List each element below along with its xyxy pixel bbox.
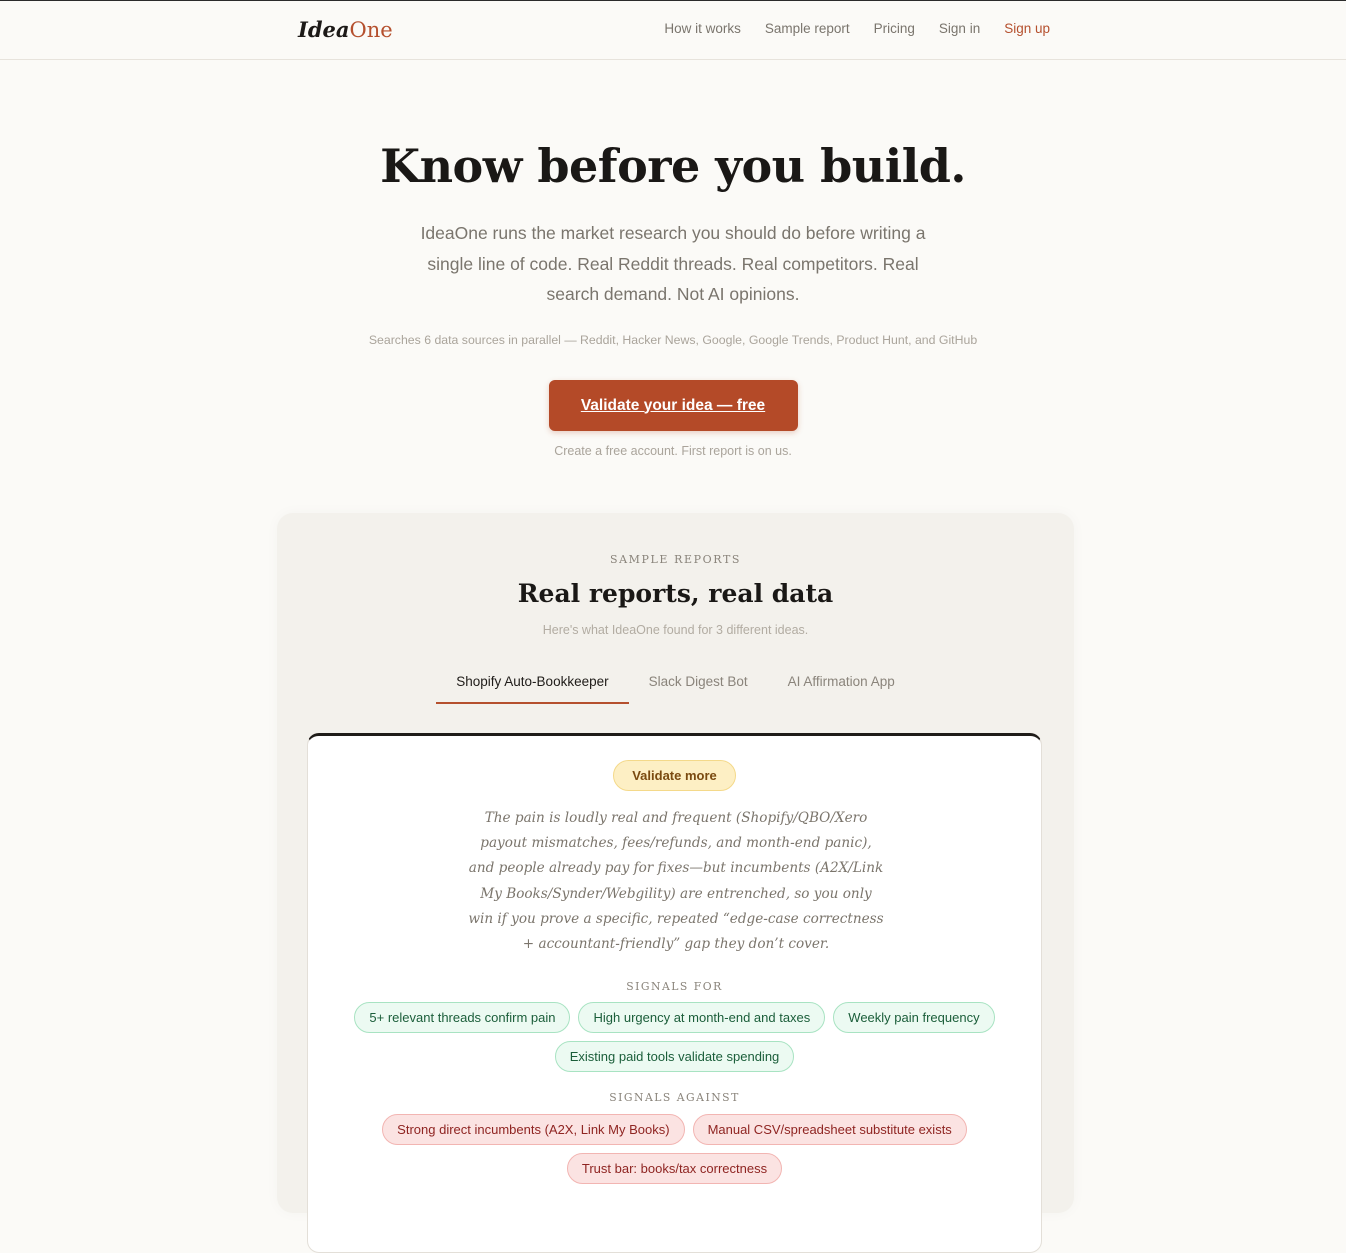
sample-tabs: Shopify Auto-Bookkeeper Slack Digest Bot… xyxy=(277,666,1074,704)
data-sources-note: Searches 6 data sources in parallel — Re… xyxy=(368,332,978,347)
validate-idea-button[interactable]: Validate your idea — free xyxy=(548,379,798,431)
brand-logo[interactable]: IdeaOne xyxy=(298,17,393,43)
logo-one-text: One xyxy=(349,18,393,42)
signal-for-pill: Weekly pain frequency xyxy=(833,1002,995,1033)
cta-fineprint: Create a free account. First report is o… xyxy=(554,443,792,458)
logo-idea-text: Idea xyxy=(298,17,350,42)
main-nav: How it works Sample report Pricing Sign … xyxy=(664,21,1050,36)
nav-sample-report[interactable]: Sample report xyxy=(765,21,850,36)
nav-pricing[interactable]: Pricing xyxy=(874,21,915,36)
signal-against-pill: Manual CSV/spreadsheet substitute exists xyxy=(692,1114,967,1145)
section-subtitle: Here's what IdeaOne found for 3 differen… xyxy=(542,623,809,637)
signals-for-heading: SIGNALS FOR xyxy=(626,980,723,993)
tab-ai-affirmation-app[interactable]: AI Affirmation App xyxy=(768,666,915,704)
tab-shopify-auto-bookkeeper[interactable]: Shopify Auto-Bookkeeper xyxy=(436,666,629,704)
section-title: Real reports, real data xyxy=(517,579,834,608)
report-summary: The pain is loudly real and frequent (Sh… xyxy=(468,810,884,953)
signal-against-pill: Strong direct incumbents (A2X, Link My B… xyxy=(382,1114,685,1145)
section-eyebrow: SAMPLE REPORTS xyxy=(609,553,742,566)
nav-how-it-works[interactable]: How it works xyxy=(664,21,741,36)
signals-against-heading: SIGNALS AGAINST xyxy=(609,1091,740,1104)
report-card: Validate more The pain is loudly real an… xyxy=(307,733,1042,1253)
nav-sign-up[interactable]: Sign up xyxy=(1004,21,1050,36)
signal-for-pill: Existing paid tools validate spending xyxy=(554,1041,795,1072)
verdict-badge: Validate more xyxy=(613,760,736,791)
signals-against-list: Strong direct incumbents (A2X, Link My B… xyxy=(328,1114,1021,1184)
signal-for-pill: High urgency at month-end and taxes xyxy=(578,1002,826,1033)
verdict-container: Validate more xyxy=(308,760,1041,791)
sample-reports-panel: SAMPLE REPORTS Real reports, real data H… xyxy=(277,513,1074,1253)
signals-for-list: 5+ relevant threads confirm pain High ur… xyxy=(328,1002,1021,1072)
tab-slack-digest-bot[interactable]: Slack Digest Bot xyxy=(629,666,768,704)
signal-against-pill: Trust bar: books/tax correctness xyxy=(566,1153,783,1184)
hero-section: Know before you build. IdeaOne runs the … xyxy=(0,138,1346,458)
hero-subtitle: IdeaOne runs the market research you sho… xyxy=(420,223,926,304)
nav-sign-in[interactable]: Sign in xyxy=(939,21,980,36)
signal-for-pill: 5+ relevant threads confirm pain xyxy=(354,1002,571,1033)
hero-title: Know before you build. xyxy=(380,139,966,193)
top-nav-bar: IdeaOne How it works Sample report Prici… xyxy=(0,1,1346,60)
